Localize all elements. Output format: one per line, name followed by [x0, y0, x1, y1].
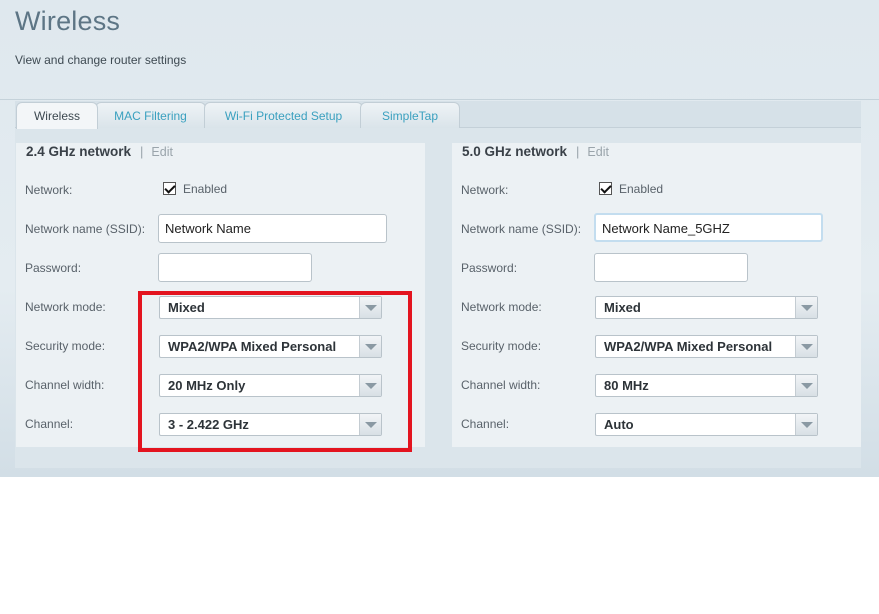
- security-mode-select[interactable]: WPA2/WPA Mixed Personal: [159, 335, 382, 358]
- network-enabled-checkbox[interactable]: [599, 182, 612, 195]
- chevron-down-icon[interactable]: [359, 297, 381, 318]
- page-subtitle: View and change router settings: [15, 53, 187, 67]
- chevron-down-icon[interactable]: [795, 297, 817, 318]
- chevron-down-icon[interactable]: [359, 336, 381, 357]
- network-label: Network:: [461, 183, 509, 197]
- security-mode-label: Security mode:: [25, 339, 106, 353]
- password-input[interactable]: [594, 253, 748, 282]
- tab-wifi-protected-setup[interactable]: Wi-Fi Protected Setup: [204, 102, 363, 128]
- security-mode-select[interactable]: WPA2/WPA Mixed Personal: [595, 335, 818, 358]
- band-24ghz-panel: 2.4 GHz network | Edit Network: Enabled Ne…: [16, 143, 425, 447]
- edit-link[interactable]: Edit: [587, 145, 609, 159]
- chevron-down-icon[interactable]: [795, 375, 817, 396]
- ssid-input[interactable]: Network Name: [158, 214, 387, 243]
- edit-link[interactable]: Edit: [151, 145, 173, 159]
- tab-wireless[interactable]: Wireless: [16, 102, 98, 129]
- select-value: 20 MHz Only: [168, 378, 246, 393]
- panel-header: 5.0 GHz network | Edit: [462, 144, 609, 160]
- channel-width-label: Channel width:: [25, 378, 105, 392]
- select-value: WPA2/WPA Mixed Personal: [168, 339, 337, 354]
- channel-label: Channel:: [25, 417, 74, 431]
- page-title: Wireless: [15, 6, 121, 36]
- panel-title: 2.4 GHz network: [26, 144, 132, 159]
- separator: |: [140, 144, 144, 159]
- network-label: Network:: [25, 183, 73, 197]
- tab-mac-filtering[interactable]: MAC Filtering: [95, 102, 206, 128]
- enabled-label: Enabled: [619, 182, 664, 196]
- chevron-down-icon[interactable]: [359, 375, 381, 396]
- chevron-down-icon[interactable]: [359, 414, 381, 435]
- network-mode-label: Network mode:: [25, 300, 106, 314]
- select-value: Auto: [604, 417, 634, 432]
- ssid-label: Network name (SSID):: [25, 222, 146, 236]
- channel-label: Channel:: [461, 417, 510, 431]
- separator: |: [576, 144, 580, 159]
- select-value: WPA2/WPA Mixed Personal: [604, 339, 773, 354]
- security-mode-label: Security mode:: [461, 339, 542, 353]
- select-value: 80 MHz: [604, 378, 649, 393]
- panel-header: 2.4 GHz network | Edit: [26, 144, 173, 160]
- chevron-down-icon[interactable]: [795, 414, 817, 435]
- network-mode-select[interactable]: Mixed: [159, 296, 382, 319]
- network-mode-select[interactable]: Mixed: [595, 296, 818, 319]
- ssid-label: Network name (SSID):: [461, 222, 582, 236]
- chevron-down-icon[interactable]: [795, 336, 817, 357]
- channel-select[interactable]: Auto: [595, 413, 818, 436]
- tab-simpletap[interactable]: SimpleTap: [360, 102, 460, 128]
- channel-width-label: Channel width:: [461, 378, 541, 392]
- select-value: Mixed: [168, 300, 205, 315]
- header-divider: [0, 99, 879, 100]
- enabled-label: Enabled: [183, 182, 228, 196]
- channel-width-select[interactable]: 20 MHz Only: [159, 374, 382, 397]
- panel-title: 5.0 GHz network: [462, 144, 568, 159]
- network-mode-label: Network mode:: [461, 300, 542, 314]
- password-label: Password:: [461, 261, 518, 275]
- channel-width-select[interactable]: 80 MHz: [595, 374, 818, 397]
- password-label: Password:: [25, 261, 82, 275]
- password-input[interactable]: [158, 253, 312, 282]
- select-value: 3 - 2.422 GHz: [168, 417, 249, 432]
- tab-bar: Wireless MAC Filtering Wi-Fi Protected S…: [15, 101, 861, 129]
- network-enabled-checkbox[interactable]: [163, 182, 176, 195]
- select-value: Mixed: [604, 300, 641, 315]
- ssid-input[interactable]: Network Name_5GHZ: [594, 213, 823, 242]
- band-5ghz-panel: 5.0 GHz network | Edit Network: Enabled Ne…: [452, 143, 861, 447]
- channel-select[interactable]: 3 - 2.422 GHz: [159, 413, 382, 436]
